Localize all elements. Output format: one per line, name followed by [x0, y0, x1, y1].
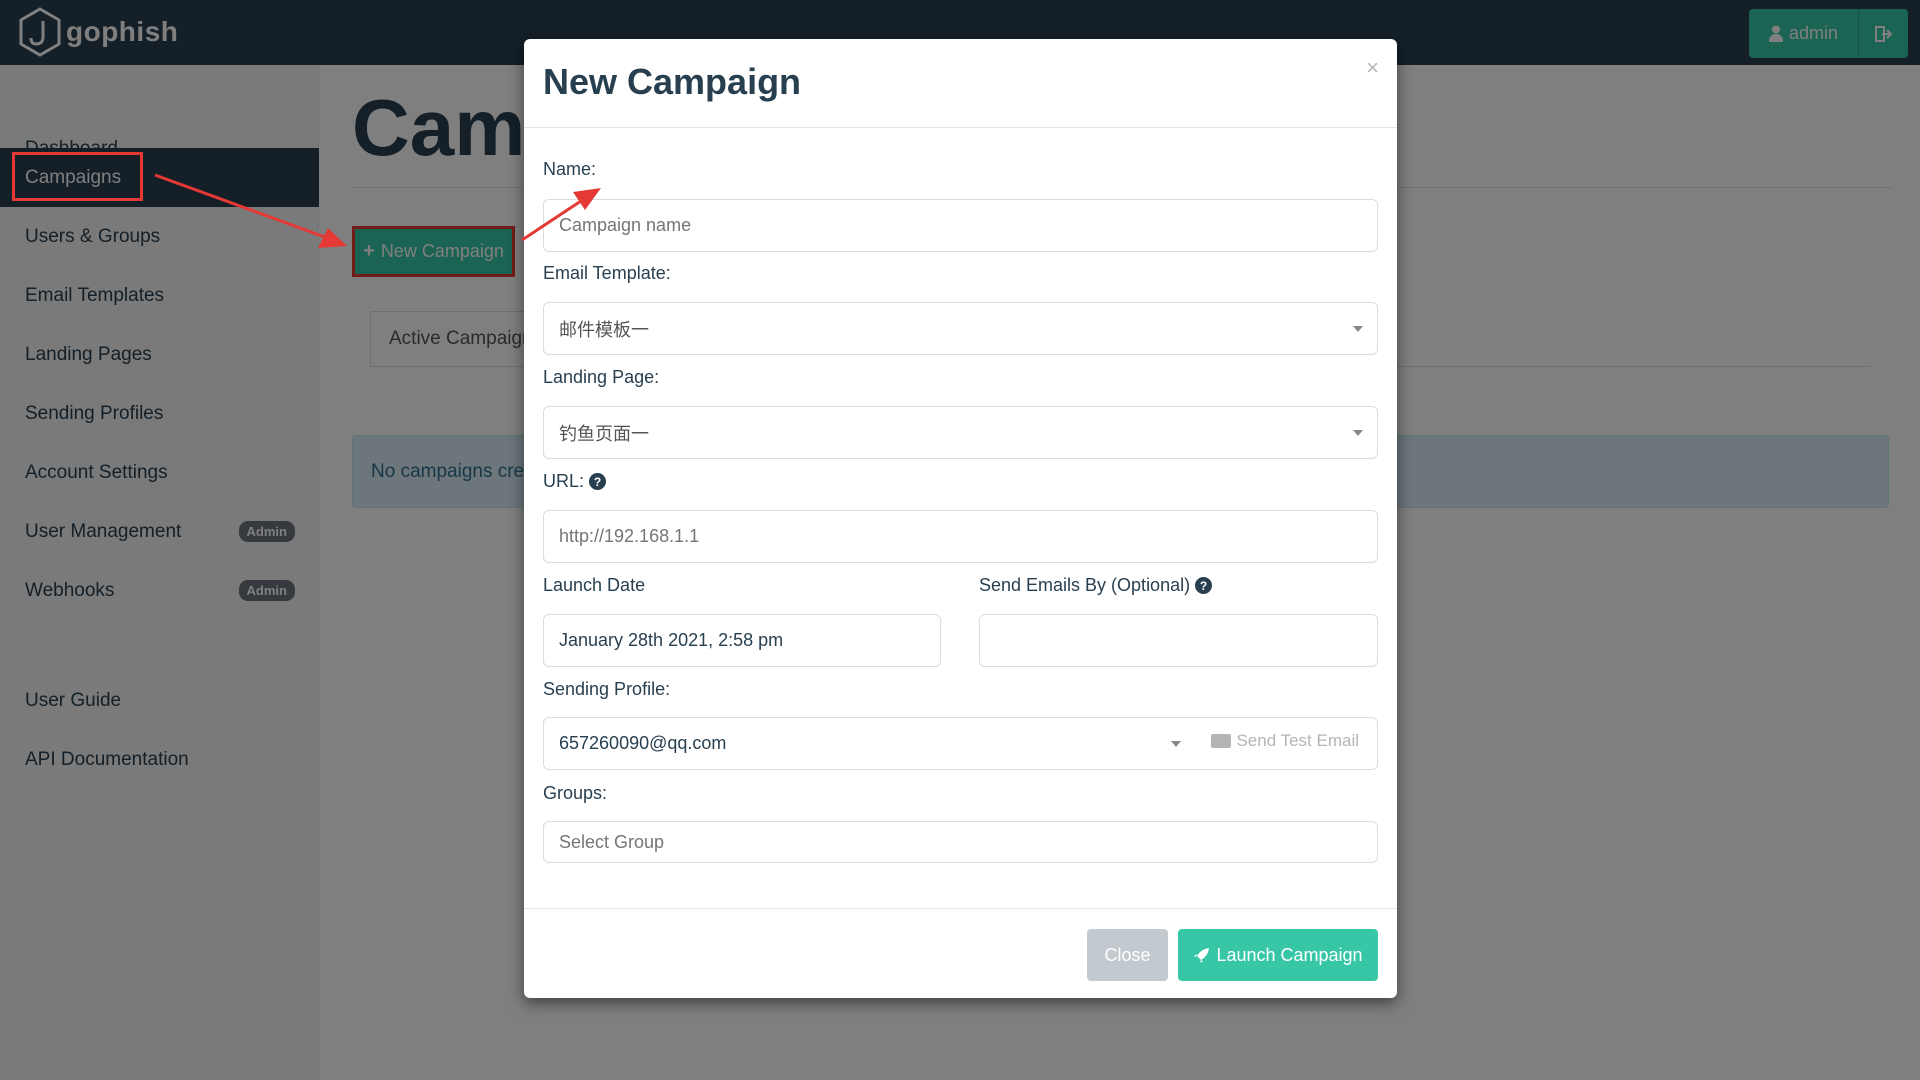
- modal-footer: Close Launch Campaign: [524, 908, 1397, 998]
- launch-campaign-button[interactable]: Launch Campaign: [1178, 929, 1378, 981]
- name-label: Name:: [543, 159, 596, 180]
- question-circle-icon[interactable]: ?: [1195, 577, 1213, 594]
- sending-profile-value: 657260090@qq.com: [559, 733, 727, 753]
- chevron-down-icon: [1353, 430, 1363, 436]
- launch-date-value: January 28th 2021, 2:58 pm: [559, 630, 784, 650]
- chevron-down-icon: [1171, 741, 1181, 747]
- sending-profile-label-text: Sending Profile:: [543, 679, 671, 699]
- send-test-email-label: Send Test Email: [1236, 731, 1359, 750]
- annotation-highlight-campaigns: [12, 152, 143, 201]
- landing-page-label-text: Landing Page:: [543, 367, 660, 387]
- sending-profile-label: Sending Profile:: [543, 679, 670, 700]
- landing-page-label: Landing Page:: [543, 367, 659, 388]
- send-by-input[interactable]: [979, 614, 1378, 667]
- send-test-email-button[interactable]: Send Test Email: [1211, 731, 1359, 751]
- launch-date-label: Launch Date: [543, 575, 645, 596]
- campaign-name-input[interactable]: [543, 199, 1378, 252]
- rocket-icon: [1194, 947, 1210, 963]
- envelope-icon: [1211, 734, 1232, 748]
- sending-profile-select[interactable]: 657260090@qq.com Send Test Email: [543, 717, 1378, 770]
- launch-date-input[interactable]: January 28th 2021, 2:58 pm: [543, 614, 941, 667]
- url-label-text: URL:: [543, 471, 585, 491]
- modal-title: New Campaign: [543, 61, 802, 102]
- modal-header: New Campaign ×: [524, 39, 1397, 128]
- email-template-label: Email Template:: [543, 263, 671, 284]
- landing-page-select[interactable]: 钓鱼页面一: [543, 406, 1378, 459]
- launch-date-label-text: Launch Date: [543, 575, 646, 595]
- groups-label-text: Groups:: [543, 783, 608, 803]
- url-input[interactable]: [543, 510, 1378, 563]
- email-template-select[interactable]: 邮件模板一: [543, 302, 1378, 355]
- name-label-text: Name:: [543, 159, 597, 179]
- launch-campaign-label: Launch Campaign: [1216, 944, 1363, 965]
- email-template-value: 邮件模板一: [559, 319, 649, 340]
- chevron-down-icon: [1353, 326, 1363, 332]
- close-icon[interactable]: ×: [1366, 55, 1379, 81]
- groups-select-input[interactable]: [543, 821, 1378, 863]
- new-campaign-modal: New Campaign × Name: Email Template: 邮件模…: [524, 39, 1397, 998]
- send-by-label-text: Send Emails By (Optional): [979, 575, 1191, 595]
- url-label: URL: ?: [543, 471, 607, 492]
- question-circle-icon[interactable]: ?: [589, 473, 607, 490]
- close-button[interactable]: Close: [1087, 929, 1168, 981]
- send-by-label: Send Emails By (Optional) ?: [979, 575, 1213, 596]
- email-template-label-text: Email Template:: [543, 263, 671, 283]
- groups-label: Groups:: [543, 783, 607, 804]
- landing-page-value: 钓鱼页面一: [559, 423, 649, 444]
